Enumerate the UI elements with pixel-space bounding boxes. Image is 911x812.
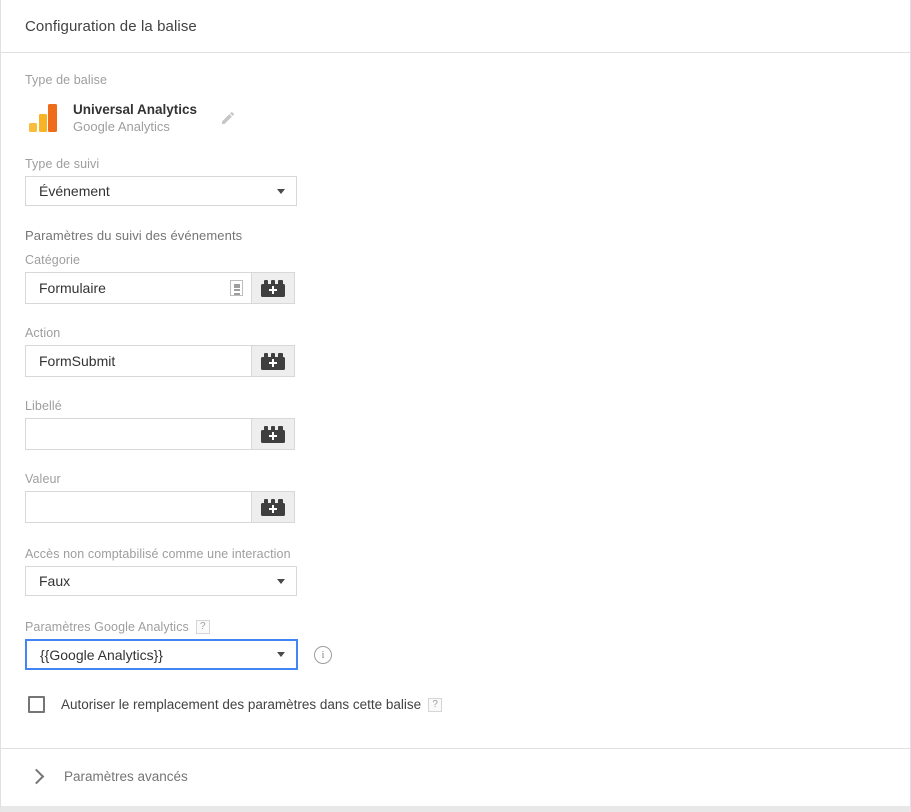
action-input[interactable]: FormSubmit [25,345,251,377]
libelle-label: Libellé [25,399,62,413]
valeur-variable-picker-button[interactable] [251,491,295,523]
help-icon[interactable]: ? [195,620,210,634]
lego-brick-plus-icon [261,425,285,443]
advanced-settings-section: Paramètres avancés [1,748,910,804]
libelle-input[interactable] [25,418,251,450]
ga-settings-select[interactable]: {{Google Analytics}} [25,639,298,670]
action-label: Action [25,326,61,340]
field-categorie: Catégorie Formulaire [25,253,886,304]
pencil-icon[interactable] [217,107,239,129]
action-value: FormSubmit [39,353,116,369]
libelle-input-row [25,418,295,450]
action-input-row: FormSubmit [25,345,295,377]
action-variable-picker-button[interactable] [251,345,295,377]
categorie-label: Catégorie [25,253,81,267]
track-type-label: Type de suivi [25,157,100,171]
non-interaction-label: Accès non comptabilisé comme une interac… [25,547,291,561]
ga-settings-value: {{Google Analytics}} [40,646,163,663]
lego-brick-plus-icon [261,352,285,370]
chevron-down-icon [277,578,285,584]
ga-settings-label-text: Paramètres Google Analytics [25,620,189,634]
ga-settings-label: Paramètres Google Analytics ? [25,620,886,634]
field-libelle: Libellé [25,399,886,450]
override-settings-label-text: Autoriser le remplacement des paramètres… [61,697,422,712]
tag-type-row: Universal Analytics Google Analytics [25,97,886,139]
help-icon[interactable]: ? [428,697,443,712]
valeur-label: Valeur [25,472,61,486]
tag-type-name: Universal Analytics [73,102,198,117]
suggestion-list-icon[interactable] [230,280,243,296]
tag-configuration-panel: Configuration de la balise Type de balis… [0,0,911,812]
track-type-section: Type de suivi Événement [25,157,886,206]
non-interaction-select[interactable]: Faux [25,566,297,596]
categorie-input-row: Formulaire [25,272,295,304]
chevron-down-icon [277,652,285,657]
categorie-input[interactable]: Formulaire [25,272,251,304]
panel-header: Configuration de la balise [1,0,910,53]
field-action: Action FormSubmit [25,326,886,377]
ga-settings-section: Paramètres Google Analytics ? {{Google A… [25,620,886,670]
panel-body: Type de balise Universal Analytics Googl… [1,53,910,713]
valeur-input[interactable] [25,491,251,523]
tag-type-text: Universal Analytics Google Analytics [73,101,197,135]
track-type-select[interactable]: Événement [25,176,297,206]
event-params-section-label: Paramètres du suivi des événements [25,228,243,243]
override-settings-row[interactable]: Autoriser le remplacement des paramètres… [25,696,886,713]
chevron-down-icon [277,188,285,194]
lego-brick-plus-icon [261,498,285,516]
field-valeur: Valeur [25,472,886,523]
tag-type-vendor: Google Analytics [73,119,170,134]
info-icon[interactable]: i [314,645,332,664]
categorie-variable-picker-button[interactable] [251,272,295,304]
advanced-settings-label: Paramètres avancés [64,768,188,784]
tag-type-label: Type de balise [25,73,108,87]
tag-type-section: Type de balise Universal Analytics Googl… [25,73,886,139]
valeur-input-row [25,491,295,523]
track-type-value: Événement [39,183,110,199]
non-interaction-value: Faux [39,573,71,589]
google-analytics-icon [29,104,59,132]
chevron-right-icon [28,768,45,784]
override-settings-checkbox[interactable] [28,696,45,713]
override-settings-label: Autoriser le remplacement des paramètres… [61,697,443,712]
libelle-variable-picker-button[interactable] [251,418,295,450]
non-interaction-section: Accès non comptabilisé comme une interac… [25,547,886,596]
lego-brick-plus-icon [261,279,285,297]
advanced-settings-row[interactable]: Paramètres avancés [1,748,910,804]
page-title: Configuration de la balise [25,17,197,35]
categorie-value: Formulaire [39,280,106,296]
